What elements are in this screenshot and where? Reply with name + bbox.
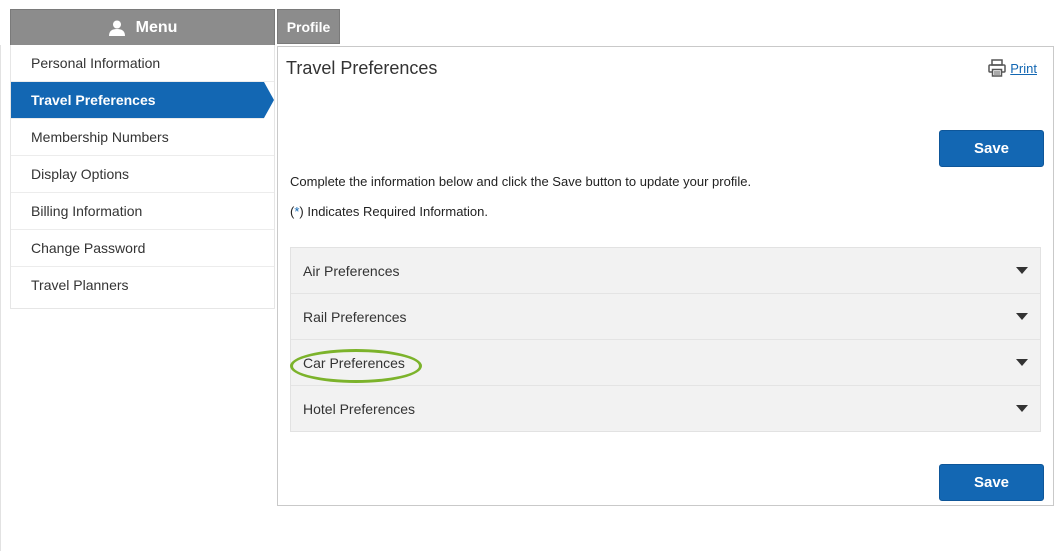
sidebar: Personal Information Travel Preferences … [10, 45, 275, 309]
sidebar-item-label: Personal Information [31, 55, 161, 71]
accordion-item-hotel-preferences[interactable]: Hotel Preferences [291, 386, 1040, 432]
chevron-down-icon [1016, 405, 1028, 412]
sidebar-item-label: Change Password [31, 240, 146, 256]
sidebar-item-label: Display Options [31, 166, 130, 182]
page-title: Travel Preferences [286, 58, 438, 78]
sidebar-item-membership-numbers[interactable]: Membership Numbers [11, 119, 274, 156]
main-panel: Travel Preferences Print Save Complete t… [277, 46, 1054, 506]
tab-profile[interactable]: Profile [277, 9, 340, 44]
sidebar-item-label: Travel Planners [31, 277, 129, 293]
profile-page: Menu Personal Information Travel Prefere… [0, 0, 1060, 551]
accordion-item-label: Air Preferences [303, 263, 400, 279]
print-link[interactable]: Print [988, 59, 1037, 77]
sidebar-item-label: Travel Preferences [31, 92, 156, 108]
accordion-item-label: Rail Preferences [303, 309, 407, 325]
accordion-item-label: Car Preferences [303, 355, 405, 371]
instructions-text: Complete the information below and click… [290, 174, 752, 189]
accordion-item-label: Hotel Preferences [303, 401, 416, 417]
sidebar-item-travel-preferences[interactable]: Travel Preferences [11, 82, 274, 119]
preferences-accordion: Air Preferences Rail Preferences Car Pre… [290, 247, 1041, 432]
menu-header[interactable]: Menu [10, 9, 275, 45]
required-note: (*) Indicates Required Information. [290, 204, 488, 219]
chevron-down-icon [1016, 267, 1028, 274]
save-button-bottom[interactable]: Save [939, 464, 1044, 501]
sidebar-item-personal-information[interactable]: Personal Information [11, 45, 274, 82]
accordion-item-air-preferences[interactable]: Air Preferences [291, 248, 1040, 294]
user-icon [108, 20, 125, 36]
required-suffix: ) Indicates Required Information. [299, 204, 489, 219]
sidebar-item-display-options[interactable]: Display Options [11, 156, 274, 193]
sidebar-item-change-password[interactable]: Change Password [11, 230, 274, 267]
printer-icon [988, 59, 1007, 77]
sidebar-item-label: Billing Information [31, 203, 143, 219]
save-button-top[interactable]: Save [939, 130, 1044, 167]
accordion-item-car-preferences[interactable]: Car Preferences [290, 340, 1040, 386]
accordion-item-rail-preferences[interactable]: Rail Preferences [291, 294, 1040, 340]
chevron-down-icon [1016, 313, 1028, 320]
tab-profile-label: Profile [286, 18, 331, 35]
print-label: Print [1010, 60, 1037, 76]
menu-header-label: Menu [135, 18, 178, 36]
sidebar-item-label: Membership Numbers [31, 129, 169, 145]
left-divider [0, 45, 1, 551]
chevron-down-icon [1016, 359, 1028, 366]
sidebar-item-billing-information[interactable]: Billing Information [11, 193, 274, 230]
sidebar-item-travel-planners[interactable]: Travel Planners [11, 267, 274, 304]
